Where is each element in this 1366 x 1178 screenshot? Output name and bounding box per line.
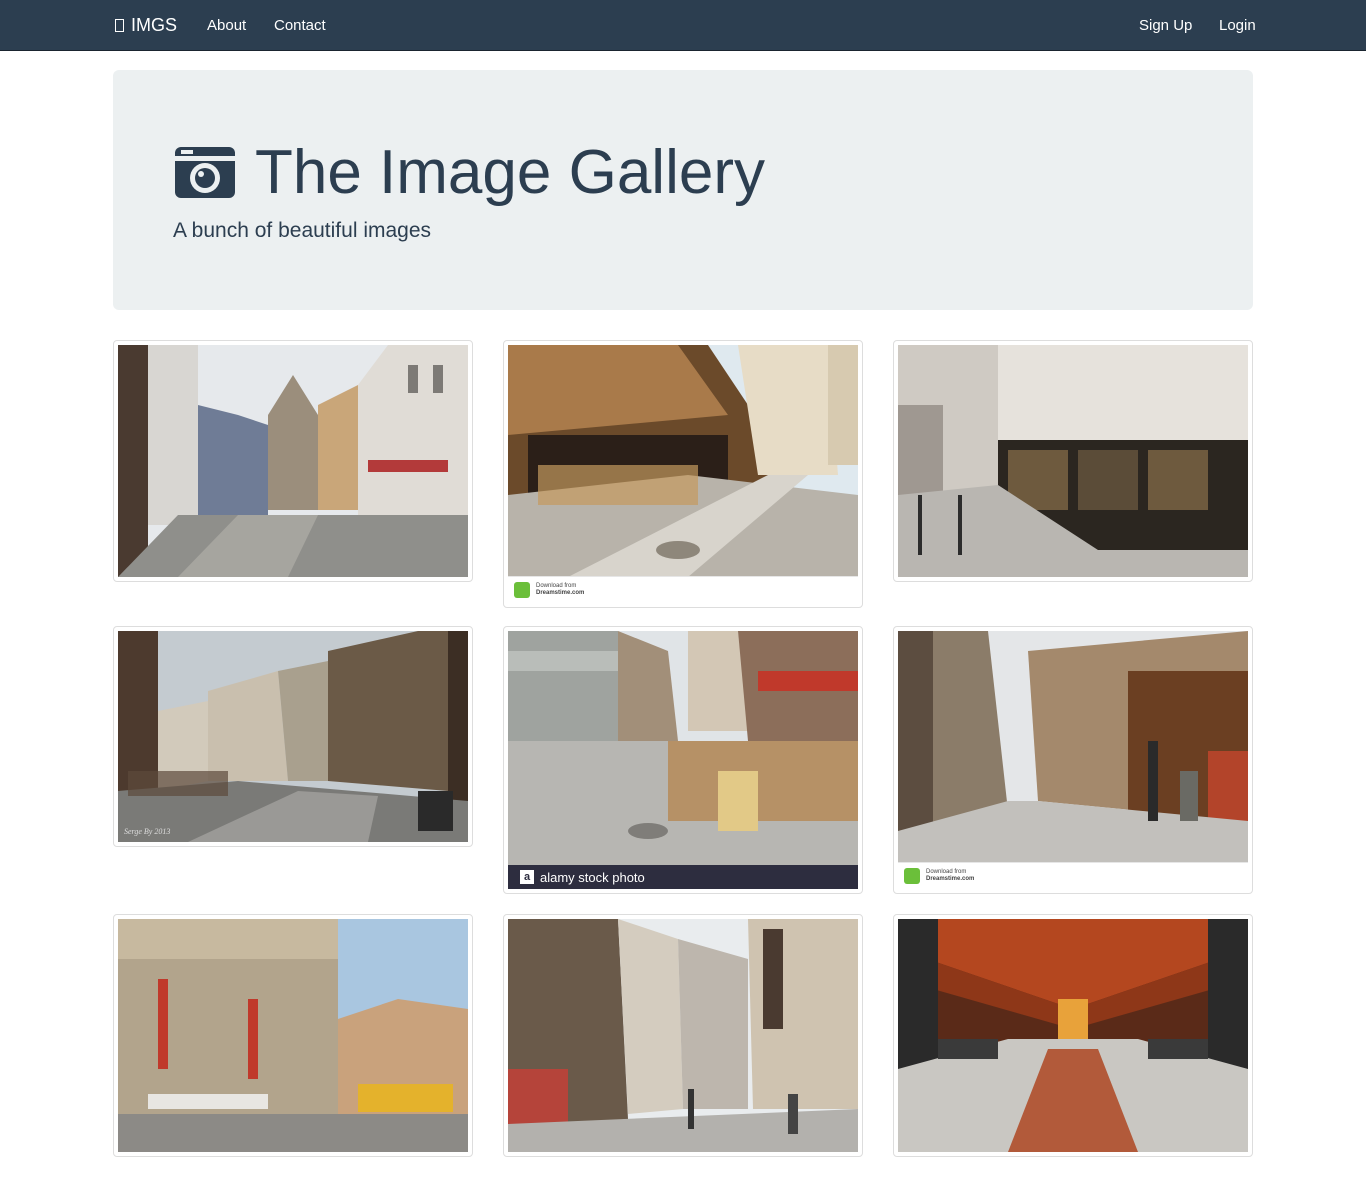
- gallery-thumbnail-6[interactable]: Download from Dreamstime.com: [893, 626, 1253, 894]
- camera-icon: [173, 144, 237, 200]
- dreamstime-logo-icon: [514, 582, 530, 598]
- gallery-thumbnail-5[interactable]: a alamy stock photo: [503, 626, 863, 894]
- gallery-image: [898, 345, 1248, 577]
- missing-glyph-icon: [115, 18, 124, 32]
- gallery-thumbnail-4[interactable]: Serge By 2013: [113, 626, 473, 847]
- watermark-line: Dreamstime.com: [926, 876, 975, 882]
- gallery-image: [118, 919, 468, 1152]
- watermark-text: alamy stock photo: [540, 869, 645, 885]
- page-title-text: The Image Gallery: [255, 137, 765, 207]
- gallery-image: [508, 919, 858, 1152]
- photo-caption: Serge By 2013: [124, 827, 171, 836]
- gallery-image: [118, 345, 468, 577]
- watermark-line: Dreamstime.com: [536, 590, 585, 596]
- gallery-image: Download from Dreamstime.com: [898, 631, 1248, 889]
- nav-signup-link[interactable]: Sign Up: [1139, 0, 1192, 50]
- gallery-image: Serge By 2013: [118, 631, 468, 842]
- alamy-logo-icon: a: [520, 870, 534, 884]
- gallery-thumbnail-2[interactable]: Download from Dreamstime.com: [503, 340, 863, 608]
- navbar: IMGS About Contact Sign Up Login: [0, 0, 1366, 51]
- watermark-line: Download from: [536, 583, 577, 589]
- page-title: The Image Gallery: [173, 136, 765, 208]
- gallery-image: [898, 919, 1248, 1152]
- navbar-container: IMGS About Contact Sign Up Login: [113, 0, 1256, 50]
- watermark-line: Download from: [926, 869, 967, 875]
- page-subtitle: A bunch of beautiful images: [173, 219, 432, 242]
- nav-about-link[interactable]: About: [207, 0, 246, 50]
- nav-login-link[interactable]: Login: [1219, 0, 1256, 50]
- jumbotron: The Image Gallery A bunch of beautiful i…: [113, 70, 1253, 310]
- gallery-thumbnail-3[interactable]: [893, 340, 1253, 582]
- gallery-thumbnail-8[interactable]: [503, 914, 863, 1157]
- gallery-image: a alamy stock photo: [508, 631, 858, 889]
- brand-label: IMGS: [131, 14, 178, 35]
- dreamstime-watermark: Download from Dreamstime.com: [508, 576, 858, 603]
- dreamstime-watermark: Download from Dreamstime.com: [898, 862, 1248, 889]
- gallery-thumbnail-7[interactable]: [113, 914, 473, 1157]
- dreamstime-logo-icon: [904, 868, 920, 884]
- alamy-watermark: a alamy stock photo: [508, 865, 858, 889]
- gallery-thumbnail-9[interactable]: [893, 914, 1253, 1157]
- brand-link[interactable]: IMGS: [113, 0, 177, 50]
- nav-contact-link[interactable]: Contact: [274, 0, 326, 50]
- gallery-image: Download from Dreamstime.com: [508, 345, 858, 603]
- gallery-thumbnail-1[interactable]: [113, 340, 473, 582]
